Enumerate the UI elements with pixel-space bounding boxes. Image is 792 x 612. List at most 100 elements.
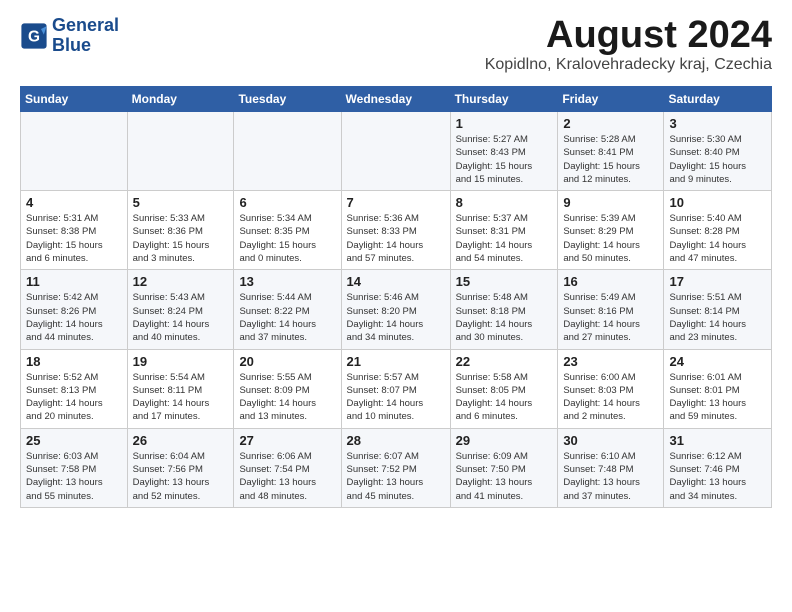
- calendar-cell: 14 Sunrise: 5:46 AM Sunset: 8:20 PM Dayli…: [341, 270, 450, 349]
- day-detail: Sunrise: 5:31 AM Sunset: 8:38 PM Dayligh…: [26, 212, 122, 265]
- logo-line1: General: [52, 16, 119, 36]
- day-number: 5: [133, 195, 229, 210]
- calendar-subtitle: Kopidlno, Kralovehradecky kraj, Czechia: [485, 56, 772, 74]
- calendar-cell: 30Sunrise: 6:10 AM Sunset: 7:48 PM Dayli…: [558, 428, 664, 507]
- calendar-cell: 27 Sunrise: 6:06 AM Sunset: 7:54 PM Dayli…: [234, 428, 341, 507]
- day-number: 24: [669, 354, 766, 369]
- weekday-header-tuesday: Tuesday: [234, 87, 341, 112]
- day-detail: Sunrise: 5:39 AM Sunset: 8:29 PM Dayligh…: [563, 212, 658, 265]
- day-detail: Sunrise: 5:49 AM Sunset: 8:16 PM Dayligh…: [563, 291, 658, 344]
- calendar-table: SundayMondayTuesdayWednesdayThursdayFrid…: [20, 86, 772, 508]
- calendar-cell: 5 Sunrise: 5:33 AM Sunset: 8:36 PM Daylig…: [127, 191, 234, 270]
- calendar-cell: 23 Sunrise: 6:00 AM Sunset: 8:03 PM Dayli…: [558, 349, 664, 428]
- day-number: 18: [26, 354, 122, 369]
- page-container: G General Blue August 2024 Kopidlno, Kra…: [0, 0, 792, 524]
- calendar-cell: 21Sunrise: 5:57 AM Sunset: 8:07 PM Dayli…: [341, 349, 450, 428]
- day-number: 27: [239, 433, 335, 448]
- calendar-cell: [234, 112, 341, 191]
- day-detail: Sunrise: 5:42 AM Sunset: 8:26 PM Dayligh…: [26, 291, 122, 344]
- logo: G General Blue: [20, 16, 119, 56]
- day-detail: Sunrise: 5:48 AM Sunset: 8:18 PM Dayligh…: [456, 291, 553, 344]
- day-detail: Sunrise: 6:04 AM Sunset: 7:56 PM Dayligh…: [133, 450, 229, 503]
- day-detail: Sunrise: 6:00 AM Sunset: 8:03 PM Dayligh…: [563, 371, 658, 424]
- calendar-header: SundayMondayTuesdayWednesdayThursdayFrid…: [21, 87, 772, 112]
- calendar-cell: 22 Sunrise: 5:58 AM Sunset: 8:05 PM Dayli…: [450, 349, 558, 428]
- week-row-4: 18 Sunrise: 5:52 AM Sunset: 8:13 PM Dayli…: [21, 349, 772, 428]
- calendar-cell: 10 Sunrise: 5:40 AM Sunset: 8:28 PM Dayli…: [664, 191, 772, 270]
- day-number: 25: [26, 433, 122, 448]
- day-detail: Sunrise: 5:37 AM Sunset: 8:31 PM Dayligh…: [456, 212, 553, 265]
- calendar-cell: 9 Sunrise: 5:39 AM Sunset: 8:29 PM Daylig…: [558, 191, 664, 270]
- calendar-cell: 18 Sunrise: 5:52 AM Sunset: 8:13 PM Dayli…: [21, 349, 128, 428]
- day-detail: Sunrise: 5:54 AM Sunset: 8:11 PM Dayligh…: [133, 371, 229, 424]
- calendar-cell: 26Sunrise: 6:04 AM Sunset: 7:56 PM Dayli…: [127, 428, 234, 507]
- day-detail: Sunrise: 6:07 AM Sunset: 7:52 PM Dayligh…: [347, 450, 445, 503]
- day-number: 8: [456, 195, 553, 210]
- day-detail: Sunrise: 6:12 AM Sunset: 7:46 PM Dayligh…: [669, 450, 766, 503]
- day-number: 1: [456, 116, 553, 131]
- day-number: 12: [133, 274, 229, 289]
- day-number: 29: [456, 433, 553, 448]
- day-detail: Sunrise: 5:40 AM Sunset: 8:28 PM Dayligh…: [669, 212, 766, 265]
- day-number: 23: [563, 354, 658, 369]
- calendar-cell: 15Sunrise: 5:48 AM Sunset: 8:18 PM Dayli…: [450, 270, 558, 349]
- calendar-cell: [21, 112, 128, 191]
- calendar-cell: 24 Sunrise: 6:01 AM Sunset: 8:01 PM Dayli…: [664, 349, 772, 428]
- title-block: August 2024 Kopidlno, Kralovehradecky kr…: [485, 16, 772, 74]
- calendar-cell: 1Sunrise: 5:27 AM Sunset: 8:43 PM Daylig…: [450, 112, 558, 191]
- day-detail: Sunrise: 5:44 AM Sunset: 8:22 PM Dayligh…: [239, 291, 335, 344]
- day-number: 31: [669, 433, 766, 448]
- calendar-cell: 31 Sunrise: 6:12 AM Sunset: 7:46 PM Dayli…: [664, 428, 772, 507]
- calendar-cell: 13 Sunrise: 5:44 AM Sunset: 8:22 PM Dayli…: [234, 270, 341, 349]
- day-number: 16: [563, 274, 658, 289]
- day-number: 9: [563, 195, 658, 210]
- day-detail: Sunrise: 6:06 AM Sunset: 7:54 PM Dayligh…: [239, 450, 335, 503]
- logo-icon: G: [20, 22, 48, 50]
- day-detail: Sunrise: 5:46 AM Sunset: 8:20 PM Dayligh…: [347, 291, 445, 344]
- logo-line2: Blue: [52, 36, 119, 56]
- day-number: 4: [26, 195, 122, 210]
- day-number: 2: [563, 116, 658, 131]
- day-number: 7: [347, 195, 445, 210]
- day-detail: Sunrise: 5:33 AM Sunset: 8:36 PM Dayligh…: [133, 212, 229, 265]
- calendar-cell: 28Sunrise: 6:07 AM Sunset: 7:52 PM Dayli…: [341, 428, 450, 507]
- day-detail: Sunrise: 5:51 AM Sunset: 8:14 PM Dayligh…: [669, 291, 766, 344]
- day-number: 17: [669, 274, 766, 289]
- calendar-cell: [127, 112, 234, 191]
- calendar-cell: 8 Sunrise: 5:37 AM Sunset: 8:31 PM Daylig…: [450, 191, 558, 270]
- day-detail: Sunrise: 5:58 AM Sunset: 8:05 PM Dayligh…: [456, 371, 553, 424]
- header-row: SundayMondayTuesdayWednesdayThursdayFrid…: [21, 87, 772, 112]
- day-detail: Sunrise: 6:09 AM Sunset: 7:50 PM Dayligh…: [456, 450, 553, 503]
- day-detail: Sunrise: 5:55 AM Sunset: 8:09 PM Dayligh…: [239, 371, 335, 424]
- day-detail: Sunrise: 5:52 AM Sunset: 8:13 PM Dayligh…: [26, 371, 122, 424]
- day-number: 21: [347, 354, 445, 369]
- calendar-body: 1Sunrise: 5:27 AM Sunset: 8:43 PM Daylig…: [21, 112, 772, 508]
- calendar-cell: 12 Sunrise: 5:43 AM Sunset: 8:24 PM Dayli…: [127, 270, 234, 349]
- calendar-title: August 2024: [485, 16, 772, 54]
- day-number: 14: [347, 274, 445, 289]
- day-number: 22: [456, 354, 553, 369]
- calendar-cell: 25 Sunrise: 6:03 AM Sunset: 7:58 PM Dayli…: [21, 428, 128, 507]
- day-detail: Sunrise: 6:03 AM Sunset: 7:58 PM Dayligh…: [26, 450, 122, 503]
- day-detail: Sunrise: 5:30 AM Sunset: 8:40 PM Dayligh…: [669, 133, 766, 186]
- day-number: 3: [669, 116, 766, 131]
- week-row-5: 25 Sunrise: 6:03 AM Sunset: 7:58 PM Dayli…: [21, 428, 772, 507]
- day-detail: Sunrise: 6:01 AM Sunset: 8:01 PM Dayligh…: [669, 371, 766, 424]
- weekday-header-thursday: Thursday: [450, 87, 558, 112]
- day-detail: Sunrise: 5:43 AM Sunset: 8:24 PM Dayligh…: [133, 291, 229, 344]
- calendar-cell: 20 Sunrise: 5:55 AM Sunset: 8:09 PM Dayli…: [234, 349, 341, 428]
- day-number: 19: [133, 354, 229, 369]
- weekday-header-friday: Friday: [558, 87, 664, 112]
- weekday-header-sunday: Sunday: [21, 87, 128, 112]
- weekday-header-wednesday: Wednesday: [341, 87, 450, 112]
- day-detail: Sunrise: 5:36 AM Sunset: 8:33 PM Dayligh…: [347, 212, 445, 265]
- day-number: 30: [563, 433, 658, 448]
- day-number: 20: [239, 354, 335, 369]
- day-number: 10: [669, 195, 766, 210]
- calendar-cell: 29 Sunrise: 6:09 AM Sunset: 7:50 PM Dayli…: [450, 428, 558, 507]
- day-number: 13: [239, 274, 335, 289]
- weekday-header-monday: Monday: [127, 87, 234, 112]
- week-row-2: 4 Sunrise: 5:31 AM Sunset: 8:38 PM Daylig…: [21, 191, 772, 270]
- week-row-1: 1Sunrise: 5:27 AM Sunset: 8:43 PM Daylig…: [21, 112, 772, 191]
- calendar-cell: 16 Sunrise: 5:49 AM Sunset: 8:16 PM Dayli…: [558, 270, 664, 349]
